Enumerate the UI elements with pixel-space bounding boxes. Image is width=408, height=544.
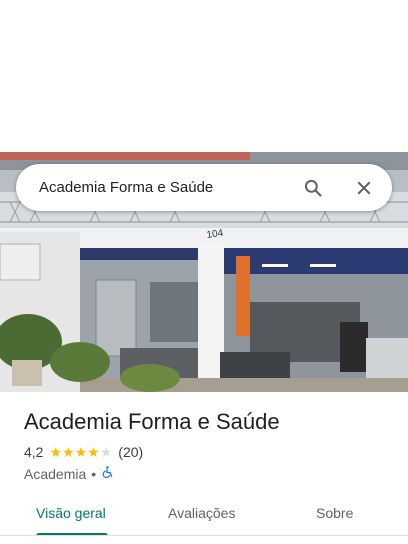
star-filled-icon: ★ — [74, 444, 88, 460]
category-row: Academia • — [24, 465, 114, 482]
divider — [0, 535, 408, 536]
star-filled-icon: ★ — [62, 444, 75, 460]
rating-value: 4,2 — [24, 444, 44, 460]
separator-dot: • — [91, 465, 97, 482]
wheelchair-icon — [101, 465, 114, 482]
tab-about[interactable]: Sobre — [316, 505, 353, 521]
close-icon — [357, 181, 371, 194]
place-title: Academia Forma e Saúde — [24, 409, 280, 434]
map-blank-area — [0, 0, 408, 152]
place-category: Academia — [24, 465, 87, 482]
rating-row[interactable]: 4,2 ★ ★ ★ ★ ★ (20) — [24, 444, 143, 460]
star-filled-icon: ★ — [49, 444, 63, 460]
tab-overview[interactable]: Visão geral — [36, 505, 106, 521]
star-empty-icon: ★ — [99, 444, 113, 460]
search-button[interactable] — [301, 176, 325, 200]
review-count: (20) — [118, 444, 144, 460]
search-icon — [304, 179, 322, 197]
tab-bar: Visão geral Avaliações Sobre — [0, 492, 408, 540]
search-input[interactable]: Academia Forma e Saúde — [39, 179, 301, 196]
star-rating: ★ ★ ★ ★ ★ — [49, 445, 112, 459]
close-button[interactable] — [352, 176, 376, 200]
tab-reviews[interactable]: Avaliações — [168, 505, 235, 521]
star-filled-icon: ★ — [87, 444, 100, 460]
search-bar[interactable]: Academia Forma e Saúde — [16, 164, 392, 211]
